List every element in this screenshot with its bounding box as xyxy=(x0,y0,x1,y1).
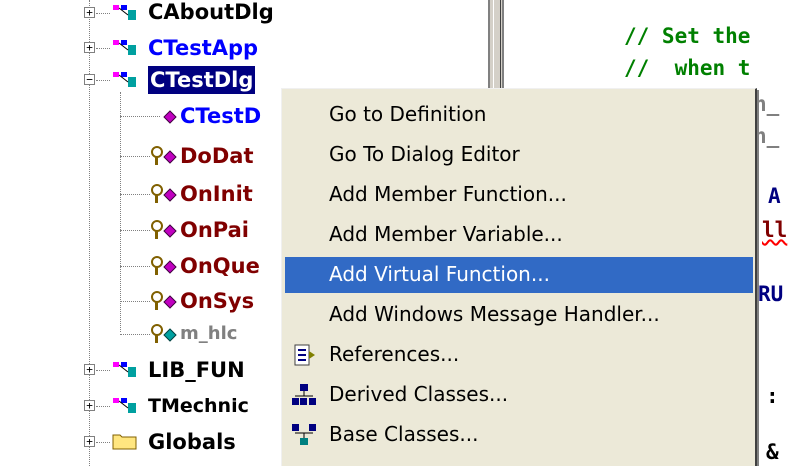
menu-item-label: References... xyxy=(329,342,460,366)
class-icon xyxy=(113,398,136,413)
menu-item-label: Add Windows Message Handler... xyxy=(329,302,660,326)
code-comment: // Set the xyxy=(624,24,751,48)
protected-method-icon xyxy=(151,256,177,275)
tree-node-label: CTestDlg xyxy=(148,66,256,94)
tree-line xyxy=(120,301,150,302)
expand-plus-icon[interactable]: + xyxy=(84,436,95,447)
tree-line xyxy=(120,194,150,195)
tree-node-label: LIB_FUN xyxy=(148,358,245,382)
code-fragment: n_ xyxy=(754,124,780,148)
context-menu[interactable]: Go to Definition Go To Dialog Editor Add… xyxy=(281,88,757,466)
class-icon xyxy=(113,72,136,87)
protected-method-icon xyxy=(151,291,177,310)
code-comment: // when t xyxy=(624,56,751,80)
tree-node-label: CAboutDlg xyxy=(148,0,274,24)
class-icon xyxy=(113,5,136,20)
tree-node-label: OnPai xyxy=(180,218,249,242)
menu-item-label: Base Classes... xyxy=(329,422,479,446)
menu-item-add-windows-message-handler[interactable]: Add Windows Message Handler... xyxy=(285,297,753,333)
tree-node-label: CTestD xyxy=(180,104,262,128)
menu-item-label: Derived Classes... xyxy=(329,382,509,406)
tree-line xyxy=(96,442,110,443)
expand-plus-icon[interactable]: + xyxy=(84,400,95,411)
expand-plus-icon[interactable]: + xyxy=(84,364,95,375)
code-fragment: : xyxy=(766,384,779,408)
class-icon xyxy=(113,362,136,377)
protected-method-icon xyxy=(151,146,177,165)
menu-item-add-virtual-function[interactable]: Add Virtual Function... xyxy=(285,257,753,293)
tree-node-label: OnQue xyxy=(180,254,260,278)
protected-member-icon xyxy=(151,324,177,343)
menu-item-go-to-definition[interactable]: Go to Definition xyxy=(285,97,753,133)
folder-icon xyxy=(112,434,137,450)
menu-item-label: Go to Definition xyxy=(329,102,487,126)
tree-line xyxy=(120,334,150,335)
menu-item-label: Add Virtual Function... xyxy=(329,262,550,286)
tree-node-ctestapp[interactable]: + CTestApp xyxy=(0,32,480,64)
menu-item-add-member-variable[interactable]: Add Member Variable... xyxy=(285,217,753,253)
tree-node-label: OnSys xyxy=(180,289,255,313)
tree-node-label: OnInit xyxy=(180,182,253,206)
menu-item-references[interactable]: References... xyxy=(285,337,753,373)
tree-line xyxy=(96,80,110,81)
protected-method-icon xyxy=(151,184,177,203)
menu-item-go-to-dialog-editor[interactable]: Go To Dialog Editor xyxy=(285,137,753,173)
code-fragment: RU xyxy=(758,282,784,306)
derived-classes-icon xyxy=(292,384,316,405)
menu-item-label: Add Member Variable... xyxy=(329,222,563,246)
tree-line xyxy=(96,13,110,14)
tree-line xyxy=(96,48,110,49)
menu-item-base-classes[interactable]: Base Classes... xyxy=(285,417,753,453)
menu-item-add-member-function[interactable]: Add Member Function... xyxy=(285,177,753,213)
code-fragment: ll xyxy=(762,218,788,242)
code-fragment: A xyxy=(768,184,781,208)
menu-item-derived-classes[interactable]: Derived Classes... xyxy=(285,377,753,413)
base-classes-icon xyxy=(292,424,316,445)
code-fragment: n_ xyxy=(754,92,780,116)
tree-line xyxy=(96,406,110,407)
class-icon xyxy=(113,40,136,55)
protected-method-icon xyxy=(151,220,177,239)
expand-plus-icon[interactable]: + xyxy=(84,42,95,53)
tree-line xyxy=(120,266,150,267)
tree-line xyxy=(120,230,150,231)
tree-node-label: m_hlc xyxy=(180,323,238,344)
tree-node-caboutdlg[interactable]: + CAboutDlg xyxy=(0,0,480,30)
tree-line xyxy=(120,156,150,157)
tree-node-label: CTestApp xyxy=(148,36,259,60)
references-icon xyxy=(294,344,315,366)
tree-line xyxy=(96,370,110,371)
tree-line xyxy=(120,116,160,117)
tree-node-label: TMechnic xyxy=(148,395,249,417)
tree-node-label: DoDat xyxy=(180,144,254,168)
code-fragment: & xyxy=(766,440,779,464)
menu-item-label: Go To Dialog Editor xyxy=(329,142,520,166)
expand-plus-icon[interactable]: + xyxy=(84,7,95,18)
menu-item-label: Add Member Function... xyxy=(329,182,567,206)
tree-node-label: Globals xyxy=(148,430,236,454)
collapse-minus-icon[interactable]: − xyxy=(84,74,95,85)
